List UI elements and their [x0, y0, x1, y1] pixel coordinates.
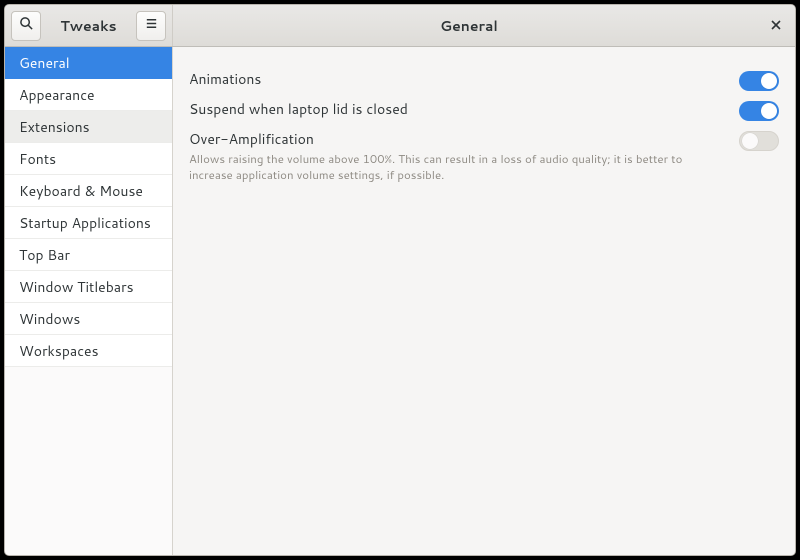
sidebar-item-window-titlebars[interactable]: Window Titlebars	[5, 271, 172, 303]
setting-row-animations: Animations	[189, 65, 779, 95]
setting-label-wrap: Suspend when laptop lid is closed	[189, 99, 739, 119]
sidebar-item-workspaces[interactable]: Workspaces	[5, 335, 172, 367]
sidebar-item-label: Keyboard & Mouse	[19, 181, 143, 201]
sidebar-item-label: Top Bar	[19, 245, 70, 265]
sidebar-item-label: Window Titlebars	[19, 277, 134, 297]
setting-label-wrap: Animations	[189, 69, 739, 89]
toggle-knob	[761, 73, 777, 89]
app-window: Tweaks General GeneralAppearanceEx	[4, 4, 796, 556]
sidebar-item-startup-applications[interactable]: Startup Applications	[5, 207, 172, 239]
setting-label-wrap: Over-Amplification Allows raising the vo…	[189, 129, 739, 182]
sidebar-item-label: Extensions	[19, 117, 90, 137]
search-button[interactable]	[11, 11, 41, 41]
sidebar-item-label: Appearance	[19, 85, 95, 105]
close-button[interactable]	[765, 5, 795, 47]
sidebar-item-general[interactable]: General	[5, 47, 172, 79]
sidebar-item-extensions[interactable]: Extensions	[5, 111, 172, 143]
setting-description: Allows raising the volume above 100%. Th…	[189, 151, 729, 182]
sidebar: General Appearance Extensions Fonts Keyboard…	[5, 47, 173, 555]
sidebar-item-label: Workspaces	[19, 341, 99, 361]
sidebar-item-keyboard-mouse[interactable]: Keyboard & Mouse	[5, 175, 172, 207]
setting-row-over-amplification: Over-Amplification Allows raising the vo…	[189, 125, 779, 186]
sidebar-item-appearance[interactable]: Appearance	[5, 79, 172, 111]
headerbar: Tweaks General	[5, 5, 795, 47]
setting-row-suspend-lid: Suspend when laptop lid is closed	[189, 95, 779, 125]
setting-label: Over-Amplification	[189, 129, 729, 149]
body: General Appearance Extensions Fonts Keyboard…	[5, 47, 795, 555]
sidebar-item-top-bar[interactable]: Top Bar	[5, 239, 172, 271]
app-title: Tweaks	[45, 16, 132, 36]
search-icon	[19, 16, 34, 36]
suspend-lid-toggle[interactable]	[739, 101, 779, 121]
setting-label: Suspend when laptop lid is closed	[189, 99, 729, 119]
sidebar-item-fonts[interactable]: Fonts	[5, 143, 172, 175]
setting-label: Animations	[189, 69, 729, 89]
toggle-knob	[742, 133, 758, 149]
sidebar-item-label: Startup Applications	[19, 213, 151, 233]
headerbar-left: Tweaks	[5, 5, 173, 46]
close-icon	[770, 15, 782, 36]
sidebar-item-windows[interactable]: Windows	[5, 303, 172, 335]
hamburger-icon	[144, 16, 159, 36]
sidebar-item-label: General	[19, 53, 70, 73]
page-title: General	[173, 16, 765, 36]
content-pane: Animations Suspend when laptop lid is cl…	[173, 47, 795, 555]
animations-toggle[interactable]	[739, 71, 779, 91]
sidebar-item-label: Fonts	[19, 149, 56, 169]
headerbar-right: General	[173, 5, 795, 46]
menu-button[interactable]	[136, 11, 166, 41]
sidebar-item-label: Windows	[19, 309, 80, 329]
toggle-knob	[761, 103, 777, 119]
over-amplification-toggle[interactable]	[739, 131, 779, 151]
